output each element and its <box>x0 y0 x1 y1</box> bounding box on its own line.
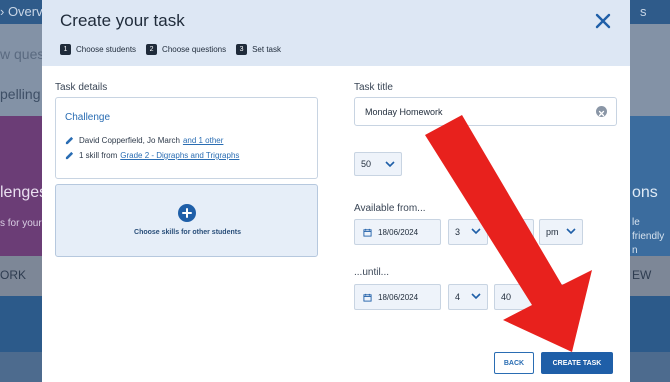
modal-title: Create your task <box>60 11 185 30</box>
chevron-down-icon <box>471 228 481 235</box>
calendar-icon <box>363 228 372 237</box>
step-choose-students: 1 Choose students <box>60 44 136 55</box>
back-button[interactable]: BACK <box>494 352 534 374</box>
bg-challenges-title: lenges <box>0 184 48 201</box>
chevron-down-icon <box>566 228 576 235</box>
edit-icon[interactable] <box>65 151 74 160</box>
task-title-input[interactable] <box>354 97 617 126</box>
step-number: 1 <box>60 44 71 55</box>
question-count-value: 50 <box>361 159 372 169</box>
until-hour-select[interactable]: 4 <box>448 284 488 310</box>
until-hour: 4 <box>455 292 461 302</box>
until-minute: 40 <box>501 292 512 302</box>
skills-row: 1 skill from Grade 2 - Digraphs and Trig… <box>65 151 239 160</box>
bg-new-row: EW <box>630 256 670 296</box>
step-number: 3 <box>236 44 248 55</box>
task-details-card: Challenge David Copperfield, Jo March an… <box>55 97 318 179</box>
chevron-down-icon <box>517 228 527 235</box>
choose-skills-button[interactable]: Choose skills for other students <box>55 184 318 257</box>
available-from-hour-select[interactable]: 3 <box>448 219 488 245</box>
question-count-select[interactable]: 50 <box>354 152 402 176</box>
bg-work-row: ORK <box>0 256 42 296</box>
available-from-ampm-select[interactable]: pm <box>539 219 583 245</box>
calendar-icon <box>363 293 372 302</box>
step-label: Choose questions <box>162 45 227 54</box>
until-ampm-select[interactable] <box>539 284 583 310</box>
modal-header: Create your task 1 Choose students 2 Cho… <box>42 0 630 66</box>
create-task-button[interactable]: CREATE TASK <box>541 352 613 374</box>
edit-icon[interactable] <box>65 136 74 145</box>
bg-top-right-text: s <box>640 4 647 19</box>
clear-icon[interactable] <box>596 106 607 117</box>
step-number: 2 <box>146 44 158 55</box>
available-from-minute-select[interactable] <box>494 219 534 245</box>
step-choose-questions: 2 Choose questions <box>146 44 226 55</box>
available-from-hour: 3 <box>455 227 461 237</box>
bg-right-card: ons le friendlyn teams. <box>630 116 670 270</box>
chevron-down-icon <box>385 161 395 168</box>
chevron-down-icon <box>471 293 481 300</box>
bg-overview-text: › Overvi <box>0 4 46 19</box>
close-icon[interactable] <box>593 11 613 31</box>
skills-link[interactable]: Grade 2 - Digraphs and Trigraphs <box>120 151 239 160</box>
create-task-modal: Create your task 1 Choose students 2 Cho… <box>42 0 630 382</box>
until-minute-select[interactable]: 40 <box>494 284 534 310</box>
plus-icon <box>178 204 196 222</box>
choose-skills-label: Choose skills for other students <box>134 229 241 236</box>
questions-suffix: questio <box>444 158 477 169</box>
skills-text: 1 skill from <box>79 151 118 160</box>
task-details-heading: Challenge <box>65 112 111 123</box>
step-indicator: 1 Choose students 2 Choose questions 3 S… <box>60 44 291 55</box>
until-label: ...until... <box>354 267 390 278</box>
students-text: David Copperfield, Jo March <box>79 136 180 145</box>
step-set-task: 3 Set task <box>236 44 281 55</box>
available-from-ampm: pm <box>546 227 559 237</box>
available-from-date[interactable]: 18/06/2024 <box>354 219 441 245</box>
bg-work-text: ORK <box>0 268 27 282</box>
available-from-label: Available from... <box>354 203 426 214</box>
chevron-down-icon <box>566 293 576 300</box>
step-label: Choose students <box>76 45 137 54</box>
bg-challenges-sub: s for your <box>0 218 42 229</box>
until-date-value: 18/06/2024 <box>378 292 419 302</box>
bg-right-sub-1: le friendly <box>632 217 665 242</box>
bg-new-text: EW <box>632 268 652 282</box>
students-row: David Copperfield, Jo March and 1 other <box>65 136 223 145</box>
until-date[interactable]: 18/06/2024 <box>354 284 441 310</box>
step-label: Set task <box>252 45 281 54</box>
bg-challenges-card: lenges s for your <box>0 116 47 256</box>
task-details-label: Task details <box>55 82 108 93</box>
task-title-label: Task title <box>354 82 393 93</box>
available-from-date-value: 18/06/2024 <box>378 227 419 237</box>
bg-right-card-title: ons <box>632 184 658 201</box>
students-more-link[interactable]: and 1 other <box>183 136 223 145</box>
